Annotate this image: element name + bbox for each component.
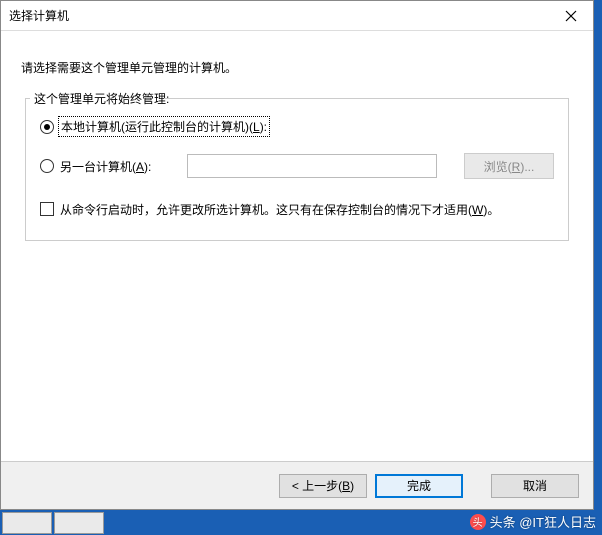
select-computer-dialog: 选择计算机 请选择需要这个管理单元管理的计算机。 这个管理单元将始终管理: 本地… [0, 0, 594, 510]
radio-local[interactable] [40, 120, 54, 134]
instruction-text: 请选择需要这个管理单元管理的计算机。 [21, 59, 573, 76]
finish-button[interactable]: 完成 [375, 474, 463, 498]
taskbar-item[interactable] [2, 512, 52, 534]
dialog-content: 请选择需要这个管理单元管理的计算机。 这个管理单元将始终管理: 本地计算机(运行… [1, 31, 593, 241]
close-icon [565, 10, 577, 22]
radio-another[interactable] [40, 159, 54, 173]
group-legend: 这个管理单元将始终管理: [32, 90, 171, 107]
close-button[interactable] [549, 1, 593, 31]
another-computer-input[interactable] [187, 154, 437, 178]
watermark: 头 头条 @IT狂人日志 [470, 512, 596, 531]
dialog-title: 选择计算机 [9, 7, 69, 24]
allow-change-checkbox[interactable] [40, 202, 54, 216]
allow-change-label: 从命令行启动时，允许更改所选计算机。这只有在保存控制台的情况下才适用(W)。 [60, 201, 499, 218]
radio-local-label: 本地计算机(运行此控制台的计算机)(L): [60, 118, 268, 135]
allow-change-row[interactable]: 从命令行启动时，允许更改所选计算机。这只有在保存控制台的情况下才适用(W)。 [40, 201, 554, 218]
back-button[interactable]: < 上一步(B) [279, 474, 367, 498]
manage-target-group: 这个管理单元将始终管理: 本地计算机(运行此控制台的计算机)(L): 另一台计算… [25, 98, 569, 241]
cancel-button[interactable]: 取消 [491, 474, 579, 498]
button-bar: < 上一步(B) 完成 取消 [1, 461, 593, 509]
watermark-text: 头条 @IT狂人日志 [490, 512, 596, 531]
radio-another-row[interactable]: 另一台计算机(A): 浏览(R)... [40, 153, 554, 179]
browse-button[interactable]: 浏览(R)... [464, 153, 554, 179]
radio-local-row[interactable]: 本地计算机(运行此控制台的计算机)(L): [40, 118, 554, 135]
titlebar: 选择计算机 [1, 1, 593, 31]
watermark-icon: 头 [470, 514, 486, 530]
radio-another-label: 另一台计算机(A): [60, 158, 151, 175]
taskbar-item[interactable] [54, 512, 104, 534]
